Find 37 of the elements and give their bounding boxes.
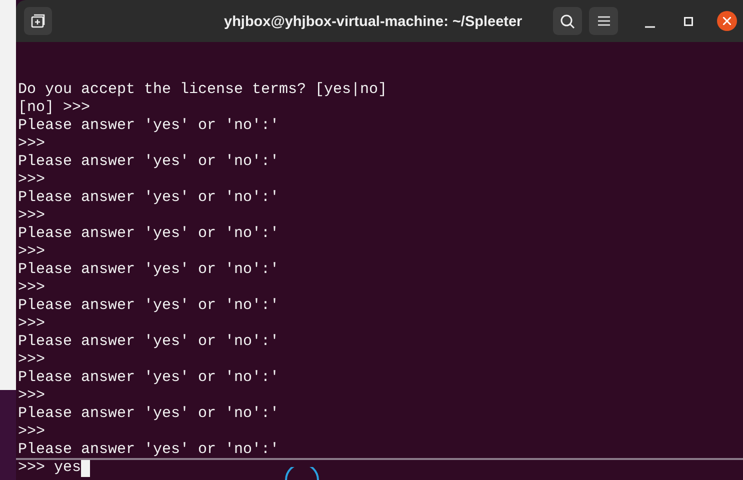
terminal-line: >>> (18, 387, 46, 404)
terminal-line: >>> (18, 135, 46, 152)
search-icon (560, 14, 575, 28)
menu-button[interactable] (589, 7, 618, 35)
input-text[interactable]: yes (54, 459, 82, 477)
terminal-line: >>> (18, 279, 46, 296)
maximize-button[interactable] (681, 14, 695, 28)
maximize-icon (684, 16, 692, 26)
close-icon (723, 17, 731, 25)
terminal-line: [no] >>> (18, 99, 90, 116)
text-cursor (81, 460, 90, 476)
terminal-line: Please answer 'yes' or 'no':' (18, 441, 280, 458)
terminal-line: Please answer 'yes' or 'no':' (18, 225, 280, 242)
ring-icon (284, 467, 320, 480)
minimize-icon (645, 26, 655, 28)
menu-icon (598, 16, 610, 26)
prompt: >>> (18, 459, 46, 477)
new-tab-button[interactable] (24, 7, 52, 35)
new-tab-icon (31, 14, 45, 28)
terminal-line: Please answer 'yes' or 'no':' (18, 369, 280, 386)
terminal-line: >>> (18, 315, 46, 332)
window-title: yhjbox@yhjbox-virtual-machine: ~/Spleeter (224, 13, 522, 32)
terminal-line: Please answer 'yes' or 'no':' (18, 261, 280, 278)
terminal-line: >>> (18, 243, 46, 260)
close-button[interactable] (717, 11, 737, 31)
terminal-line: Please answer 'yes' or 'no':' (18, 153, 280, 170)
search-button[interactable] (553, 7, 582, 35)
terminal-line: Please answer 'yes' or 'no':' (18, 333, 280, 350)
terminal-line: Please answer 'yes' or 'no':' (18, 405, 280, 422)
terminal-line: Please answer 'yes' or 'no':' (18, 297, 280, 314)
terminal-line: >>> (18, 423, 46, 440)
terminal-line: Please answer 'yes' or 'no':' (18, 117, 280, 134)
terminal-line: >>> (18, 171, 46, 188)
terminal-line: >>> (18, 351, 46, 368)
terminal-line: Do you accept the license terms? [yes|no] (18, 81, 388, 98)
terminal-line: >>> (18, 207, 46, 224)
terminal-line: Please answer 'yes' or 'no':' (18, 189, 280, 206)
